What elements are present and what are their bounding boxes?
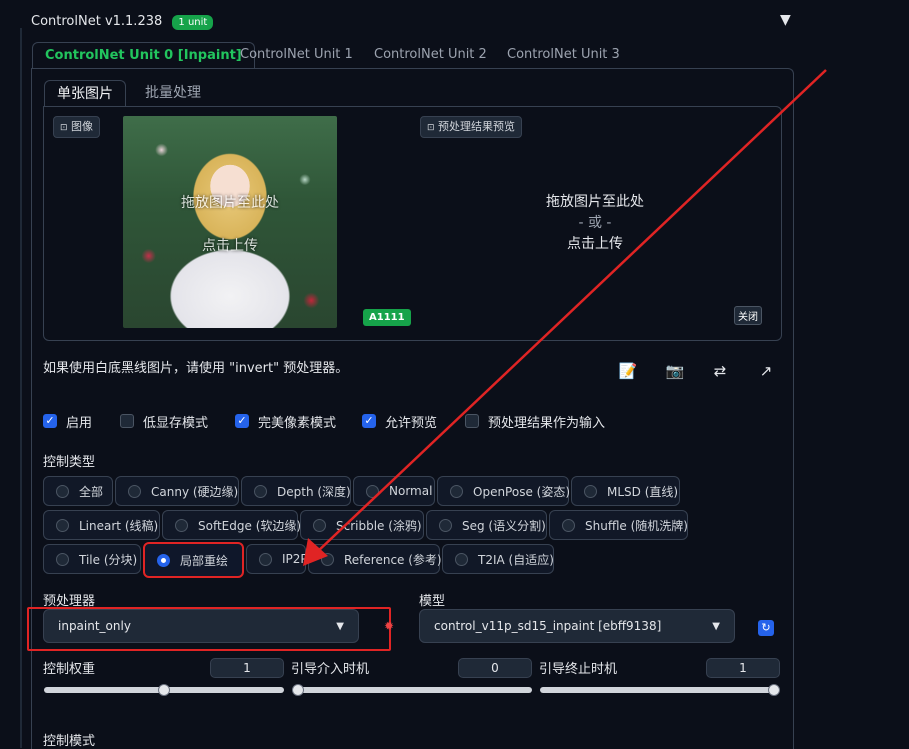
annotation-arrow-line	[315, 69, 827, 554]
annotation-arrow-head	[303, 538, 328, 566]
annotation-arrow	[303, 69, 827, 566]
